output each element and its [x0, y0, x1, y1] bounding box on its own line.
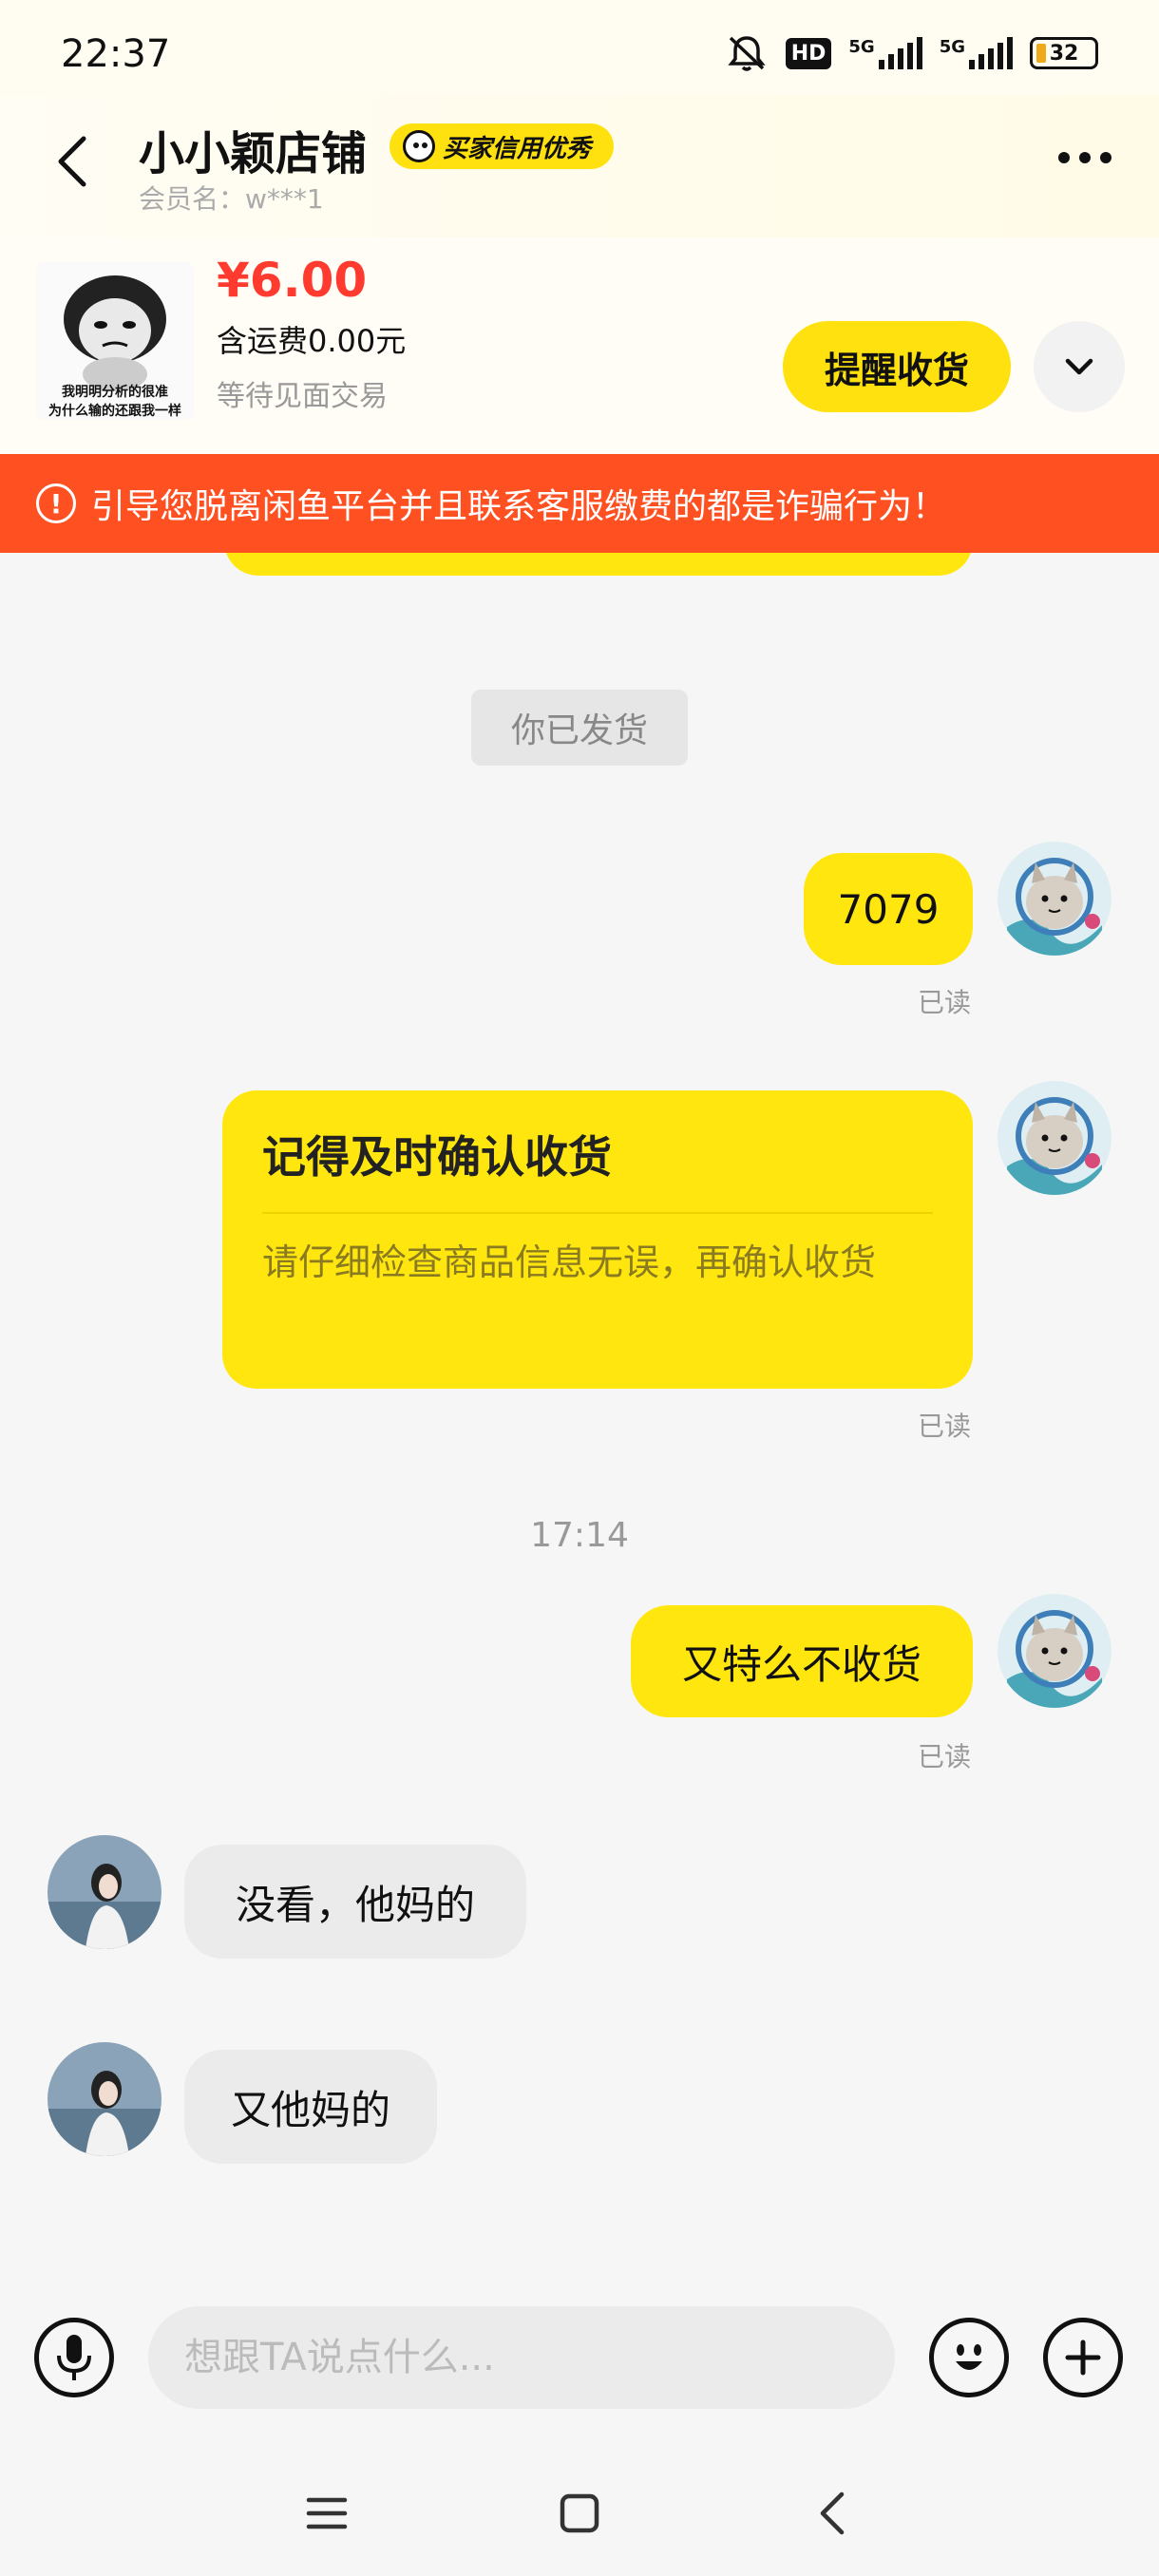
menu-icon — [306, 2497, 348, 2529]
chat-header: 小小颖店铺 买家信用优秀 会员名：w***1 — [0, 95, 1159, 237]
my-avatar[interactable] — [998, 1594, 1112, 1708]
read-receipt: 已读 — [918, 1741, 972, 1772]
signal-icon-2: 5G — [940, 37, 1013, 69]
fraud-warning-banner: ! 引导您脱离闲鱼平台并且联系客服缴费的都是诈骗行为！ — [0, 454, 1159, 553]
voice-button[interactable] — [34, 2318, 114, 2397]
my-avatar[interactable] — [998, 1081, 1112, 1195]
buyer-photo — [48, 2042, 162, 2156]
thumb-caption-1: 我明明分析的很准 — [62, 385, 168, 400]
my-message-bubble[interactable]: 又特么不收货 — [631, 1605, 973, 1717]
badge-label: 买家信用优秀 — [443, 134, 592, 163]
status-time: 22:37 — [61, 32, 171, 76]
cat-avatar-icon — [998, 1081, 1112, 1195]
buyer-avatar[interactable] — [48, 2042, 162, 2156]
thumb-caption-2: 为什么输的还跟我一样 — [48, 404, 181, 419]
card-title: 记得及时确认收货 — [262, 1131, 612, 1183]
battery-icon: 32 — [1030, 37, 1098, 69]
my-message-bubble[interactable]: 7079 — [804, 853, 973, 965]
member-name: 会员名：w***1 — [139, 183, 324, 215]
microphone-icon — [57, 2335, 91, 2380]
back-triangle-icon — [820, 2491, 845, 2535]
hd-badge: HD — [785, 37, 832, 69]
system-nav-bar — [0, 2451, 1159, 2576]
back-arrow-icon — [58, 136, 86, 187]
system-back-button[interactable] — [794, 2483, 870, 2544]
plus-icon — [1065, 2339, 1101, 2376]
home-square-icon — [560, 2493, 599, 2533]
fish-face-icon — [403, 130, 435, 162]
expand-button[interactable] — [1034, 321, 1125, 412]
plus-button[interactable] — [1043, 2318, 1123, 2397]
home-button[interactable] — [542, 2483, 618, 2544]
cat-avatar-icon — [998, 842, 1112, 956]
product-thumbnail[interactable]: 我明明分析的很准 为什么输的还跟我一样 — [36, 262, 194, 420]
cat-avatar-icon — [998, 1594, 1112, 1708]
message-input[interactable] — [148, 2306, 895, 2409]
my-avatar[interactable] — [998, 842, 1112, 956]
buyer-photo — [48, 1835, 162, 1949]
confirm-receipt-card[interactable]: 记得及时确认收货 请仔细检查商品信息无误，再确认收货 — [222, 1090, 973, 1389]
read-receipt: 已读 — [918, 1411, 972, 1442]
credit-badge: 买家信用优秀 — [390, 123, 615, 169]
emoji-icon — [956, 2344, 982, 2370]
system-message-shipped: 你已发货 — [471, 690, 688, 766]
message-input-bar — [0, 2261, 1159, 2451]
message-timestamp: 17:14 — [530, 1516, 629, 1555]
shop-name[interactable]: 小小颖店铺 — [139, 116, 367, 182]
chevron-down-icon — [1065, 358, 1093, 375]
warning-text: 引导您脱离闲鱼平台并且联系客服缴费的都是诈骗行为！ — [91, 487, 947, 526]
signal-icon: 5G — [848, 37, 922, 69]
product-card[interactable]: 我明明分析的很准 为什么输的还跟我一样 ¥6.00 含运费0.00元 等待见面交… — [0, 237, 1159, 454]
card-body: 请仔细检查商品信息无误，再确认收货 — [262, 1241, 877, 1283]
trade-status: 等待见面交易 — [217, 380, 388, 413]
emoji-button[interactable] — [929, 2318, 1009, 2397]
status-icons: HD 5G 5G 32 — [725, 34, 1098, 72]
remind-receipt-button[interactable]: 提醒收货 — [783, 321, 1011, 412]
card-divider — [262, 1212, 933, 1214]
product-price: ¥6.00 — [217, 253, 368, 308]
recents-button[interactable] — [289, 2483, 365, 2544]
more-button[interactable] — [1058, 152, 1112, 163]
buyer-message-bubble[interactable]: 没看，他妈的 — [184, 1845, 526, 1959]
buyer-message-bubble[interactable]: 又他妈的 — [184, 2050, 437, 2164]
read-receipt: 已读 — [918, 987, 972, 1018]
shipping-fee: 含运费0.00元 — [217, 323, 407, 359]
mute-icon — [728, 36, 766, 71]
more-icon — [1058, 152, 1070, 163]
back-button[interactable] — [49, 133, 97, 190]
alert-icon: ! — [36, 483, 76, 523]
buyer-avatar[interactable] — [48, 1835, 162, 1949]
status-bar: 22:37 HD 5G 5G 32 — [0, 0, 1159, 95]
